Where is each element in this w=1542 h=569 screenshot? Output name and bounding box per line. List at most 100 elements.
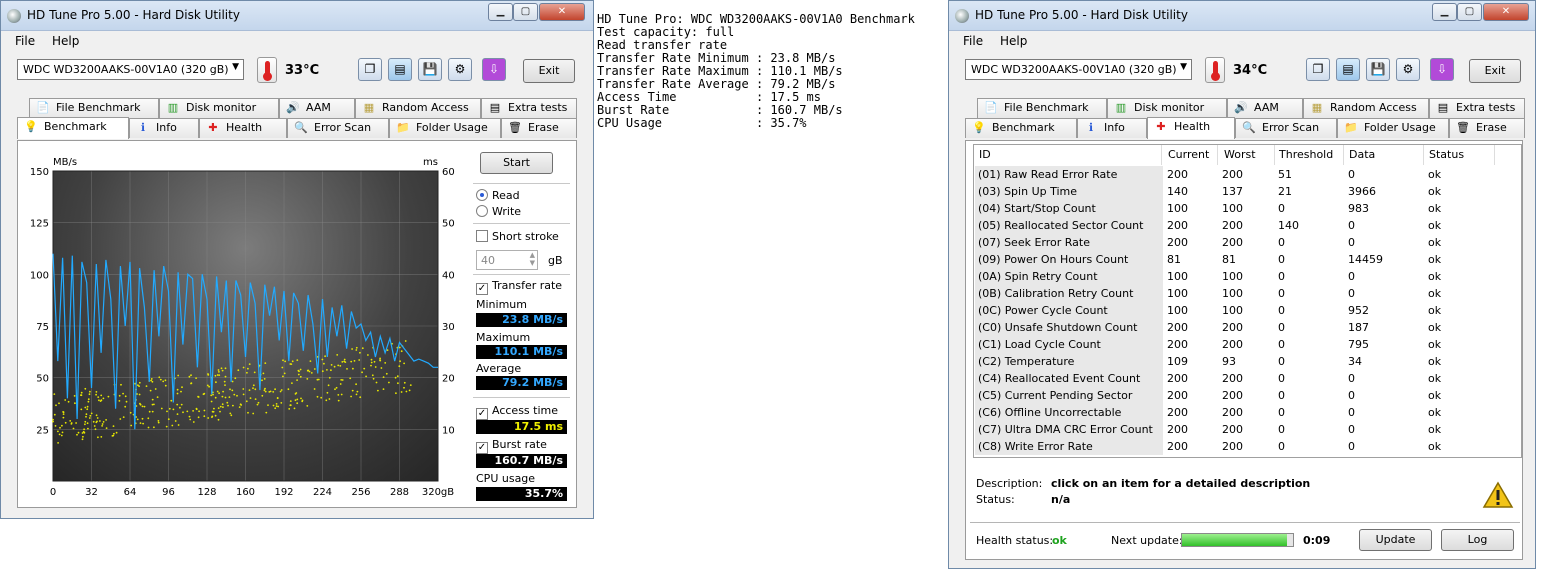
column-header-id[interactable]: ID xyxy=(975,145,1162,165)
short-stroke-checkbox[interactable]: Short stroke xyxy=(476,230,559,243)
table-row[interactable]: (C1) Load Cycle Count 200 200 0 795 ok xyxy=(975,336,1519,353)
column-header-current[interactable]: Current xyxy=(1164,145,1218,165)
title-bar[interactable]: HD Tune Pro 5.00 - Hard Disk Utility ▁ ▢… xyxy=(949,1,1535,31)
access-time-point xyxy=(217,418,220,421)
y-right-tick-label: 10 xyxy=(442,425,455,436)
update-button[interactable]: Update xyxy=(1359,529,1432,551)
health-cross-icon: ✚ xyxy=(1156,120,1166,133)
table-row[interactable]: (C6) Offline Uncorrectable 200 200 0 0 ok xyxy=(975,404,1519,421)
access-time-point xyxy=(151,380,154,383)
table-row[interactable]: (C2) Temperature 109 93 0 34 ok xyxy=(975,353,1519,370)
cell-status-value: ok xyxy=(1428,304,1442,317)
exit-button[interactable]: Exit xyxy=(1469,59,1521,83)
log-button[interactable]: Log xyxy=(1441,529,1514,551)
access-time-point xyxy=(141,405,144,408)
checkbox-box: ✓ xyxy=(476,442,488,454)
tab-label: Erase xyxy=(1476,121,1507,134)
table-row[interactable]: (C5) Current Pending Sector 200 200 0 0 ok xyxy=(975,387,1519,404)
access-time-point xyxy=(359,351,361,354)
column-header-worst[interactable]: Worst xyxy=(1220,145,1275,165)
table-row[interactable]: (03) Spin Up Time 140 137 21 3966 ok xyxy=(975,183,1519,200)
maximize-button[interactable]: ▢ xyxy=(1457,3,1482,21)
menu-file[interactable]: File xyxy=(963,34,983,48)
tab-health[interactable]: ✚ Health xyxy=(1147,117,1235,139)
table-row[interactable]: (04) Start/Stop Count 100 100 0 983 ok xyxy=(975,200,1519,217)
access-time-point xyxy=(149,389,152,392)
table-row[interactable]: (C7) Ultra DMA CRC Error Count 200 200 0 0 ok xyxy=(975,421,1519,438)
save-button[interactable]: 💾 xyxy=(1366,58,1390,81)
access-time-point xyxy=(150,379,153,382)
cell-current-value: 100 xyxy=(1167,202,1188,215)
access-time-point xyxy=(263,378,266,380)
access-time-point xyxy=(53,413,56,416)
access-time-point xyxy=(335,386,338,389)
tab-disk-monitor[interactable]: ▥ Disk monitor xyxy=(1107,98,1227,118)
access-time-point xyxy=(218,392,221,395)
access-time-point xyxy=(215,381,217,384)
access-time-point xyxy=(346,368,348,370)
access-time-point xyxy=(101,425,103,427)
tab-error-scan[interactable]: 🔍 Error Scan xyxy=(1235,118,1337,138)
minimize-button[interactable]: ▁ xyxy=(1432,3,1457,21)
burst-rate-checkbox[interactable]: ✓ Burst rate xyxy=(476,438,547,454)
options-button[interactable]: ⚙ xyxy=(1396,58,1420,81)
access-time-point xyxy=(77,431,80,434)
progress-fill xyxy=(1182,534,1288,546)
read-radio[interactable]: Read xyxy=(476,189,520,202)
tab-benchmark[interactable]: 💡 Benchmark xyxy=(965,118,1077,138)
table-row[interactable]: (07) Seek Error Rate 200 200 0 0 ok xyxy=(975,234,1519,251)
table-row[interactable]: (01) Raw Read Error Rate 200 200 51 0 ok xyxy=(975,166,1519,183)
drive-select[interactable]: WDC WD3200AAKS-00V1A0 (320 gB) ▼ xyxy=(965,59,1192,80)
access-time-point xyxy=(177,424,180,426)
access-time-point xyxy=(237,369,240,372)
tab-info[interactable]: ℹ Info xyxy=(1077,118,1147,138)
tab-erase[interactable]: 🗑 Erase xyxy=(1449,118,1525,138)
column-header-status[interactable]: Status xyxy=(1425,145,1495,165)
access-time-point xyxy=(350,395,352,398)
table-row[interactable]: (05) Reallocated Sector Count 200 200 140 0 o… xyxy=(975,217,1519,234)
table-row[interactable]: (C0) Unsafe Shutdown Count 200 200 0 187 ok xyxy=(975,319,1519,336)
table-row[interactable]: (0B) Calibration Retry Count 100 100 0 0 ok xyxy=(975,285,1519,302)
access-time-point xyxy=(398,346,401,349)
access-time-point xyxy=(90,412,93,415)
cell-threshold-value: 0 xyxy=(1278,372,1285,385)
tab-extra-tests[interactable]: ▤ Extra tests xyxy=(1429,98,1525,118)
access-time-point xyxy=(296,359,299,361)
tab-aam[interactable]: 🔊 AAM xyxy=(1227,98,1303,118)
table-row[interactable]: (0A) Spin Retry Count 100 100 0 0 ok xyxy=(975,268,1519,285)
access-time-point xyxy=(396,375,399,378)
download-button[interactable]: ⇩ xyxy=(1430,58,1454,81)
table-row[interactable]: (C8) Write Error Rate 200 200 0 0 ok xyxy=(975,438,1519,455)
access-time-point xyxy=(55,404,57,407)
copy-screenshot-button[interactable]: ▤ xyxy=(1336,58,1360,81)
column-header-data[interactable]: Data xyxy=(1345,145,1424,165)
table-row[interactable]: (09) Power On Hours Count 81 81 0 14459 ok xyxy=(975,251,1519,268)
access-time-point xyxy=(340,393,343,396)
access-time-point xyxy=(188,415,191,418)
start-button[interactable]: Start xyxy=(480,152,553,174)
access-time-checkbox[interactable]: ✓ Access time xyxy=(476,404,558,420)
cell-data-value: 0 xyxy=(1348,236,1355,249)
tab-file-benchmark[interactable]: 📄 File Benchmark xyxy=(977,98,1107,118)
health-status-label: Health status: xyxy=(976,534,1054,547)
access-time-point xyxy=(182,411,184,414)
access-time-point xyxy=(214,414,217,417)
access-time-point xyxy=(294,399,297,402)
tab-folder-usage[interactable]: 📁 Folder Usage xyxy=(1337,118,1449,138)
menu-help[interactable]: Help xyxy=(1000,34,1027,48)
close-button[interactable]: ✕ xyxy=(1483,3,1529,21)
short-stroke-spinner[interactable]: 40 ▲ ▼ xyxy=(476,250,538,270)
transfer-rate-checkbox[interactable]: ✓ Transfer rate xyxy=(476,279,562,295)
magnifier-icon: 🔍 xyxy=(1242,121,1256,134)
copy-info-button[interactable]: ❐ xyxy=(1306,58,1330,81)
column-header-threshold[interactable]: Threshold xyxy=(1275,145,1344,165)
table-row[interactable]: (0C) Power Cycle Count 100 100 0 952 ok xyxy=(975,302,1519,319)
access-time-point xyxy=(231,389,234,392)
table-row[interactable]: (C4) Reallocated Event Count 200 200 0 0 ok xyxy=(975,370,1519,387)
tab-random-access[interactable]: ▦ Random Access xyxy=(1303,98,1429,118)
access-time-point xyxy=(192,421,195,423)
write-radio[interactable]: Write xyxy=(476,205,521,218)
access-time-point xyxy=(248,389,251,391)
access-time-point xyxy=(355,383,357,386)
smart-attribute-name: (0B) Calibration Retry Count xyxy=(975,285,1163,302)
